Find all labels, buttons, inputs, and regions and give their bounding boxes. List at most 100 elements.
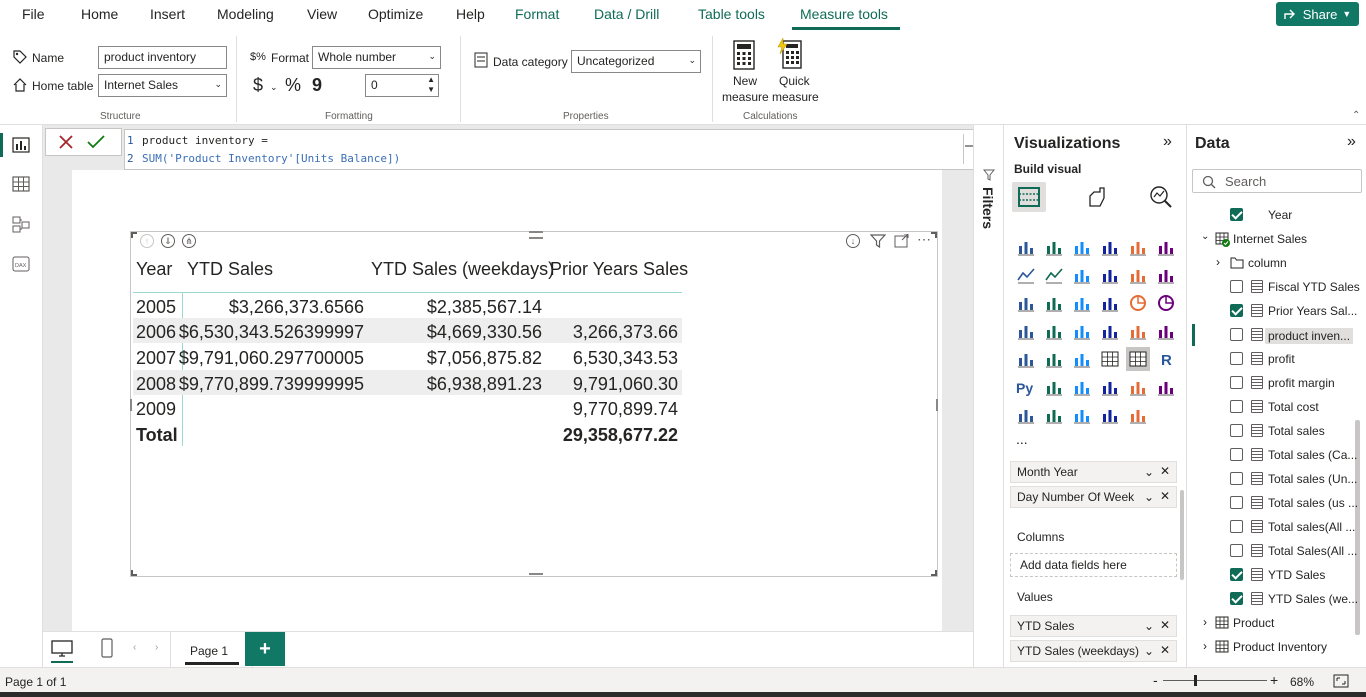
remove-field-icon[interactable]: ✕ <box>1160 489 1170 503</box>
measure-field[interactable]: Fiscal YTD Sales <box>1268 280 1360 294</box>
name-input[interactable]: product inventory <box>98 46 227 69</box>
table-view-icon[interactable] <box>11 174 31 194</box>
more-visuals-icon[interactable]: ... <box>1016 431 1028 447</box>
scroll-left-icon[interactable]: ‹ <box>133 642 136 653</box>
new-slicer-icon[interactable] <box>1072 405 1092 425</box>
measure-field[interactable]: Total cost <box>1268 400 1319 414</box>
matrix-icon[interactable] <box>1126 347 1150 371</box>
values-well-field[interactable]: YTD Sales ⌄ ✕ <box>1010 615 1177 637</box>
100-bar-icon[interactable] <box>1128 237 1148 257</box>
format-select[interactable]: Whole number ⌄ <box>312 46 441 69</box>
field-checkbox[interactable] <box>1230 544 1243 557</box>
ribbon-area-icon[interactable] <box>1100 265 1120 285</box>
chevron-down-icon[interactable]: ⌄ <box>1144 465 1154 479</box>
chevron-right-icon[interactable]: › <box>1203 639 1207 653</box>
new-card-icon[interactable] <box>1044 405 1064 425</box>
cancel-icon[interactable] <box>58 134 74 150</box>
measure-field[interactable]: Total sales (Un... <box>1268 472 1357 486</box>
add-page-button[interactable]: + <box>245 632 285 666</box>
field-checkbox[interactable] <box>1230 400 1243 413</box>
filter-icon[interactable] <box>870 234 886 248</box>
build-visual-tab[interactable] <box>1012 182 1046 212</box>
map-icon[interactable] <box>1044 321 1064 341</box>
currency-button[interactable]: $ <box>253 75 263 96</box>
field-checkbox[interactable] <box>1230 592 1243 605</box>
scroll-right-icon[interactable]: › <box>155 642 158 653</box>
remove-field-icon[interactable]: ✕ <box>1160 464 1170 478</box>
resize-handle[interactable] <box>934 399 938 411</box>
stacked-area-icon[interactable] <box>1072 265 1092 285</box>
treemap-icon[interactable] <box>1016 321 1036 341</box>
stacked-bar-icon[interactable] <box>1016 237 1036 257</box>
field-year[interactable]: Year <box>1268 208 1292 222</box>
chevron-down-icon[interactable]: ⌄ <box>1201 231 1209 242</box>
clustered-column-icon[interactable] <box>1100 237 1120 257</box>
resize-handle[interactable] <box>931 570 937 576</box>
menu-insert[interactable]: Insert <box>150 6 185 22</box>
field-checkbox[interactable] <box>1230 328 1243 341</box>
checkbox-year[interactable] <box>1230 208 1243 221</box>
rows-well-field[interactable]: Month Year ⌄ ✕ <box>1010 461 1177 483</box>
desktop-layout-icon[interactable] <box>51 640 73 658</box>
line-chart-icon[interactable] <box>1016 265 1036 285</box>
fit-to-page-icon[interactable] <box>1333 674 1349 688</box>
azure-map-icon[interactable] <box>1100 321 1120 341</box>
table-internet-sales[interactable]: Internet Sales <box>1233 232 1307 246</box>
chevron-down-icon[interactable]: ⌄ <box>1144 619 1154 633</box>
page-tab[interactable]: Page 1 <box>170 632 253 668</box>
measure-field[interactable]: Total sales(All ... <box>1268 520 1355 534</box>
python-visual-icon[interactable]: Py <box>1016 377 1036 397</box>
paginated-report-icon[interactable] <box>1016 405 1036 425</box>
data-category-select[interactable]: Uncategorized ⌄ <box>571 50 701 73</box>
table-visual[interactable]: ↑ ⇓ ⋔ ↓ ⋯ Year YTD Sales YTD Sales (week… <box>130 231 938 577</box>
field-checkbox[interactable] <box>1230 520 1243 533</box>
menu-table-tools[interactable]: Table tools <box>698 6 765 22</box>
measure-field[interactable]: Total sales (Ca... <box>1268 448 1357 462</box>
line-column-icon[interactable] <box>1128 265 1148 285</box>
drill-down-icon[interactable]: ↓ <box>846 234 860 248</box>
decimal-places-stepper[interactable]: 0 ▲ ▼ <box>365 74 439 97</box>
menu-data-drill[interactable]: Data / Drill <box>594 6 659 22</box>
menu-help[interactable]: Help <box>456 6 485 22</box>
scatter-icon[interactable] <box>1100 293 1120 313</box>
analytics-icon[interactable] <box>1149 185 1173 209</box>
measure-field[interactable]: YTD Sales <box>1268 568 1325 582</box>
slicer-icon[interactable] <box>1072 349 1092 369</box>
field-checkbox[interactable] <box>1230 496 1243 509</box>
model-view-icon[interactable] <box>11 214 31 234</box>
menu-measure-tools[interactable]: Measure tools <box>800 6 888 22</box>
pie-chart-icon[interactable] <box>1128 293 1148 313</box>
menu-home[interactable]: Home <box>81 6 118 22</box>
power-automate-icon[interactable] <box>1128 405 1148 425</box>
commit-check-icon[interactable] <box>86 134 106 150</box>
measure-field[interactable]: Total sales <box>1268 424 1325 438</box>
resize-handle[interactable] <box>529 573 543 577</box>
remove-field-icon[interactable]: ✕ <box>1160 643 1170 657</box>
zoom-slider-thumb[interactable] <box>1194 675 1197 686</box>
clustered-bar-icon[interactable] <box>1072 237 1092 257</box>
folder-column[interactable]: column <box>1248 256 1287 270</box>
menu-view[interactable]: View <box>307 6 337 22</box>
collapse-pane-icon[interactable]: » <box>1163 133 1172 151</box>
report-view-icon[interactable] <box>11 135 31 155</box>
rows-well-field[interactable]: Day Number Of Week ⌄ ✕ <box>1010 486 1177 508</box>
line-clustered-column-icon[interactable] <box>1156 265 1176 285</box>
columns-drop-zone[interactable]: Add data fields here <box>1010 553 1177 577</box>
measure-field[interactable]: Total sales (us ... <box>1268 496 1358 510</box>
waterfall-icon[interactable] <box>1044 293 1064 313</box>
column-header-ytd-weekdays[interactable]: YTD Sales (weekdays) <box>371 259 554 280</box>
funnel-icon[interactable] <box>1072 293 1092 313</box>
filters-pane-collapsed[interactable]: Filters <box>973 125 1003 667</box>
resize-handle[interactable] <box>130 399 134 411</box>
field-checkbox[interactable] <box>1230 448 1243 461</box>
field-checkbox[interactable] <box>1230 376 1243 389</box>
format-visual-icon[interactable] <box>1086 186 1108 208</box>
menu-file[interactable]: File <box>22 6 45 22</box>
filters-label[interactable]: Filters <box>980 187 996 229</box>
kpi-icon[interactable] <box>1044 349 1064 369</box>
decomposition-tree-icon[interactable] <box>1072 377 1092 397</box>
values-well-field[interactable]: YTD Sales (weekdays) ⌄ ✕ <box>1010 640 1177 662</box>
remove-field-icon[interactable]: ✕ <box>1160 618 1170 632</box>
percent-button[interactable]: % <box>285 75 301 96</box>
mobile-layout-icon[interactable] <box>101 638 113 658</box>
